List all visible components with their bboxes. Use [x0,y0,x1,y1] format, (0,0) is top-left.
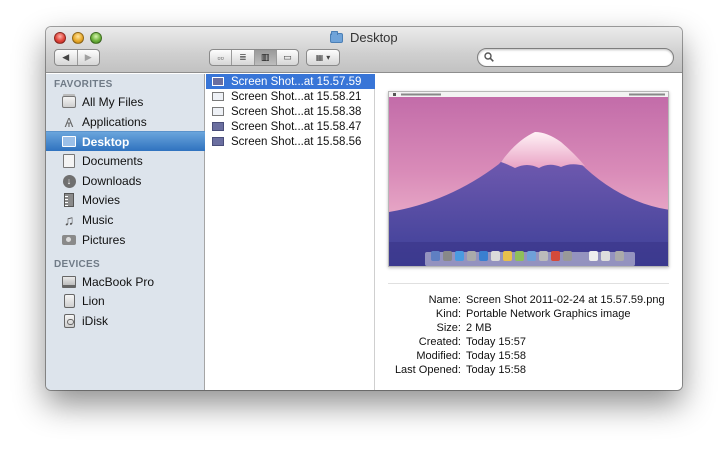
idisk-icon [61,313,77,329]
mountain-wallpaper-image [389,92,668,266]
coverflow-view-icon: ▭ [283,52,292,62]
meta-value: 2 MB [466,322,492,334]
file-name: Screen Shot...at 15.58.21 [231,90,362,103]
icon-view-icon: ▫▫ [217,52,224,63]
meta-value: Screen Shot 2011-02-24 at 15.57.59.png [466,294,665,306]
meta-label: Size: [436,322,461,334]
arrange-icon: ▦ [315,53,324,62]
folder-icon [330,31,344,43]
sidebar-item-macbook-pro[interactable]: MacBook Pro [46,272,205,292]
search-input[interactable] [477,48,674,67]
meta-created-row: Created: Today 15:57 [376,336,682,350]
file-row[interactable]: Screen Shot...at 15.58.56 [206,134,375,149]
sidebar-item-label: iDisk [82,314,108,328]
coverflow-view-button[interactable]: ▭ [275,50,298,65]
meta-size-row: Size: 2 MB [376,322,682,336]
image-file-icon [212,92,224,101]
column-view-icon: ▥ [260,52,270,62]
sidebar-item-label: Documents [82,154,143,168]
sidebar-item-label: Downloads [82,174,142,188]
meta-label: Last Opened: [394,364,461,376]
disk-icon [61,293,77,309]
file-name: Screen Shot...at 15.58.47 [231,120,362,133]
window-title: Desktop [349,30,398,45]
image-file-icon [212,137,224,146]
sidebar: FAVORITES All My Files Ѧ Applications De… [46,74,205,390]
sidebar-item-label: Movies [82,193,121,207]
meta-label: Name: [428,294,461,306]
devices-header: DEVICES [54,259,101,270]
sidebar-item-label: Lion [82,294,105,308]
meta-label: Modified: [416,350,461,362]
applications-icon: Ѧ [64,114,74,130]
file-row[interactable]: Screen Shot...at 15.58.47 [206,119,375,134]
chevron-down-icon: ▾ [326,53,331,62]
arrange-button[interactable]: ▦ ▾ [306,49,340,66]
search-icon [484,52,494,62]
column-view-button[interactable]: ▥ [253,50,276,65]
laptop-icon [61,274,77,290]
sidebar-item-downloads[interactable]: ↓ Downloads [46,171,205,191]
sidebar-item-music[interactable]: ♫ Music [46,210,205,230]
documents-icon [61,153,77,169]
meta-value: Today 15:58 [466,350,526,362]
sidebar-item-idisk[interactable]: iDisk [46,311,205,331]
forward-button[interactable]: ▶ [76,50,100,65]
sidebar-item-documents[interactable]: Documents [46,151,205,171]
desktop-icon [61,134,77,150]
view-mode-control: ▫▫ ≣ ▥ ▭ [209,49,299,66]
meta-modified-row: Modified: Today 15:58 [376,350,682,364]
sidebar-item-label: Music [82,213,114,227]
forward-arrow-icon: ▶ [84,52,92,62]
file-row[interactable]: Screen Shot...at 15.57.59 [206,74,375,89]
sidebar-item-lion[interactable]: Lion [46,291,205,311]
preview-divider [388,283,669,284]
icon-view-button[interactable]: ▫▫ [210,50,231,65]
sidebar-item-label: All My Files [82,95,144,109]
file-row[interactable]: Screen Shot...at 15.58.21 [206,89,375,104]
back-button[interactable]: ◀ [55,50,77,65]
image-file-icon [212,77,224,86]
meta-value: Portable Network Graphics image [466,308,631,320]
meta-value: Today 15:57 [466,336,526,348]
file-row[interactable]: Screen Shot...at 15.58.38 [206,104,375,119]
meta-value: Today 15:58 [466,364,526,376]
meta-kind-row: Kind: Portable Network Graphics image [376,308,682,322]
all-files-icon [61,94,77,110]
meta-last-opened-row: Last Opened: Today 15:58 [376,364,682,378]
sidebar-item-label: MacBook Pro [82,275,155,289]
window-title-area: Desktop [46,30,682,45]
finder-window: Desktop ◀ ▶ ▫▫ ≣ ▥ ▭ ▦ ▾ FAVORITES All M… [46,27,682,390]
meta-label: Kind: [435,308,461,320]
back-arrow-icon: ◀ [62,52,70,62]
list-view-button[interactable]: ≣ [231,50,253,65]
sidebar-item-label: Desktop [82,134,130,149]
preview-pane: Name: Screen Shot 2011-02-24 at 15.57.59… [376,74,682,390]
movies-icon [61,192,77,208]
preview-thumbnail[interactable] [388,91,669,267]
title-bar[interactable]: Desktop ◀ ▶ ▫▫ ≣ ▥ ▭ ▦ ▾ [46,27,682,73]
music-icon: ♫ [63,212,75,228]
downloads-icon: ↓ [61,173,77,189]
list-view-icon: ≣ [239,52,247,62]
back-forward-control: ◀ ▶ [54,49,100,66]
meta-name-row: Name: Screen Shot 2011-02-24 at 15.57.59… [376,294,682,308]
sidebar-item-all-my-files[interactable]: All My Files [46,92,205,112]
meta-label: Created: [418,336,461,348]
file-name: Screen Shot...at 15.58.56 [231,135,362,148]
file-name: Screen Shot...at 15.58.38 [231,105,362,118]
sidebar-item-pictures[interactable]: Pictures [46,230,205,250]
sidebar-item-movies[interactable]: Movies [46,190,205,210]
sidebar-item-label: Applications [82,115,147,129]
file-column: Screen Shot...at 15.57.59 Screen Shot...… [206,74,375,390]
sidebar-item-applications[interactable]: Ѧ Applications [46,112,205,132]
file-name: Screen Shot...at 15.57.59 [231,75,362,88]
favorites-header: FAVORITES [54,79,113,90]
sidebar-item-label: Pictures [82,233,126,247]
pictures-icon [61,232,77,248]
image-file-icon [212,122,224,131]
image-file-icon [212,107,224,116]
sidebar-item-desktop[interactable]: Desktop [46,131,205,151]
